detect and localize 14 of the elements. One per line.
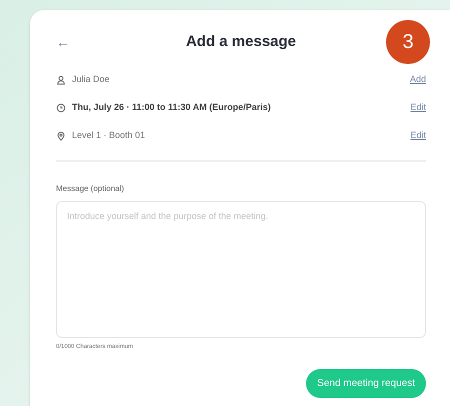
dialog-title: Add a message [186, 32, 296, 52]
field-label: Message (optional) [56, 183, 126, 195]
send-request-button[interactable]: Send meeting request [306, 369, 426, 398]
detail-text: Thu, July 26 · 11:00 to 11:30 AM (Europe/Paris) [72, 101, 271, 114]
action-link[interactable]: Edit [410, 129, 426, 143]
person-icon [56, 75, 66, 85]
detail-text: Level 1 · Booth 01 [72, 129, 146, 142]
action-link[interactable]: Add [410, 73, 426, 87]
back-button[interactable]: ← [56, 35, 70, 49]
detail-text: Julia Doe [72, 73, 110, 86]
pin-icon [56, 131, 66, 141]
clock-icon [56, 103, 66, 113]
message-field[interactable]: Introduce yourself and the purpose of the meeting. [56, 201, 426, 338]
action-link[interactable]: Edit [410, 101, 426, 115]
